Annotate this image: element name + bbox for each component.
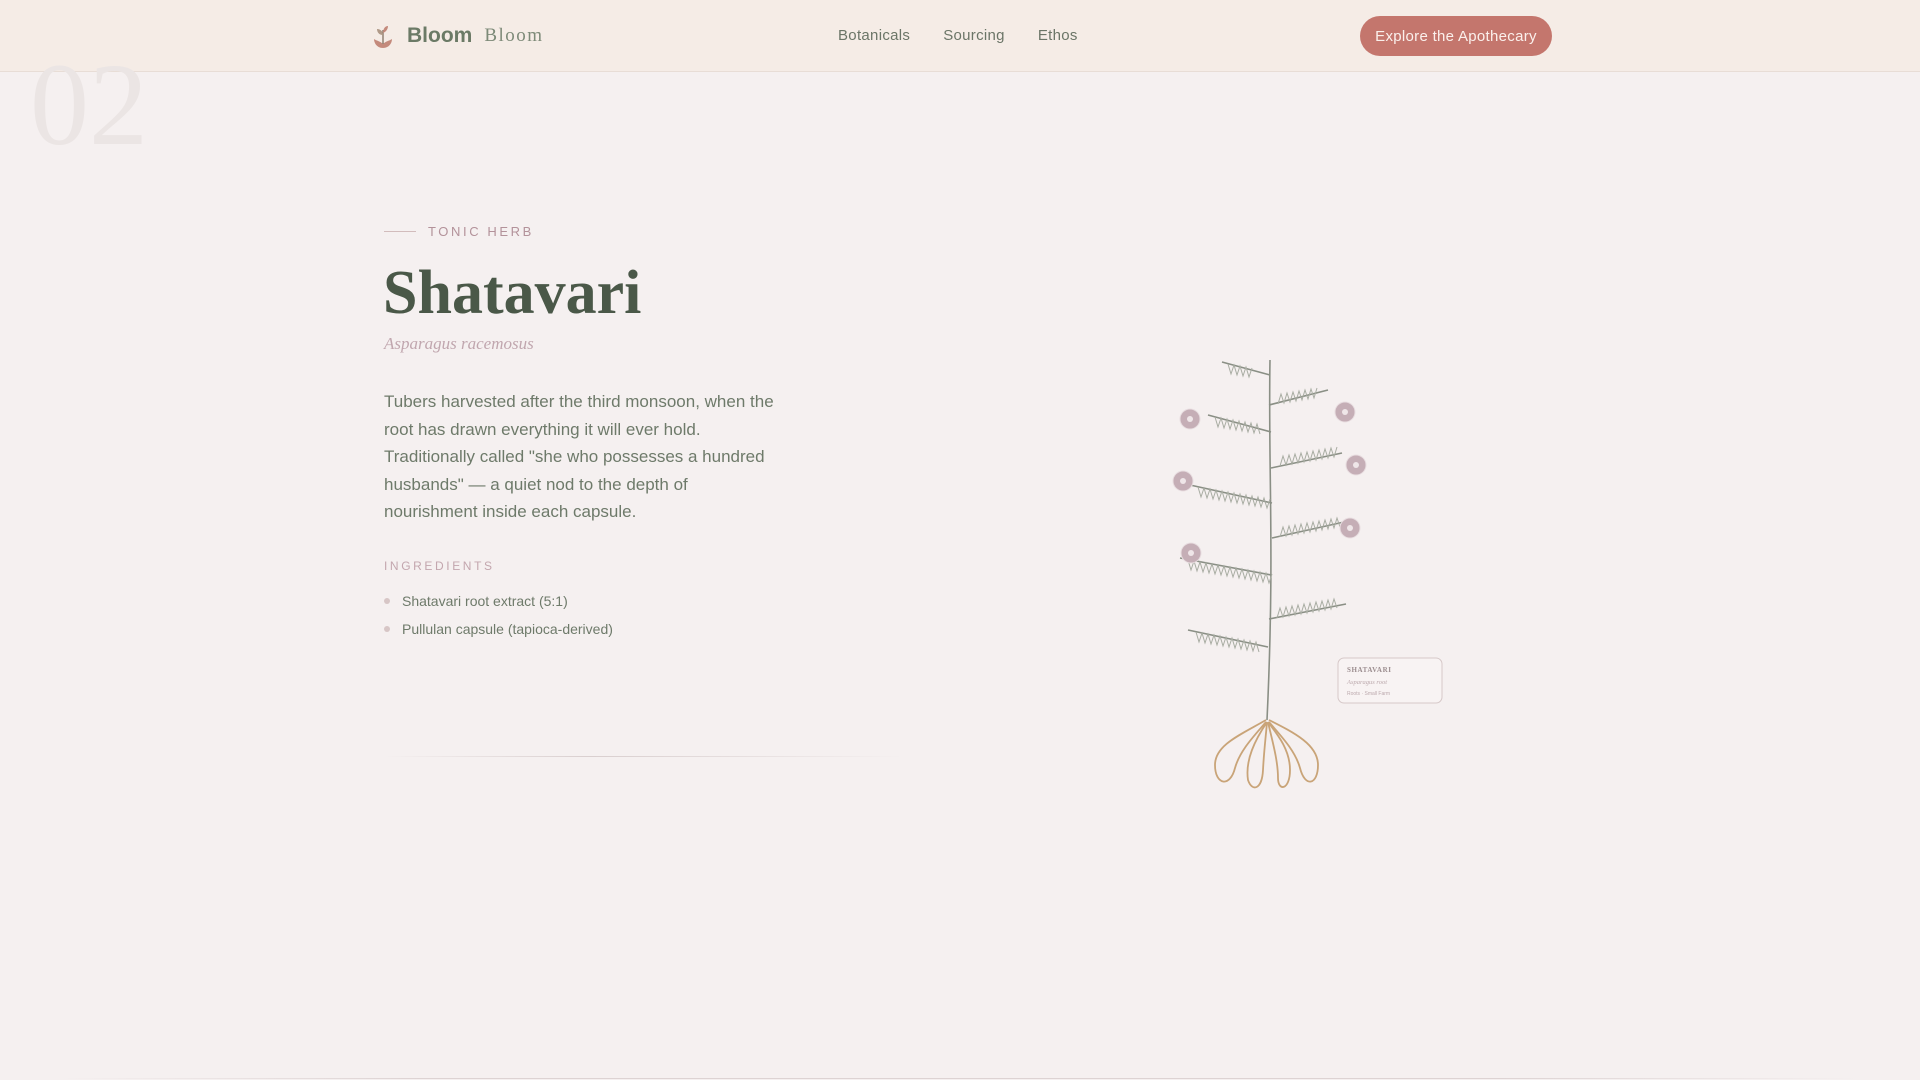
latin-name: Asparagus racemosus — [384, 334, 534, 353]
leaf-cluster — [1197, 486, 1271, 510]
specimen-tag: SHATAVARI Asparagus root Roots · Small F… — [1337, 657, 1443, 704]
eyebrow-label: TONIC HERB — [428, 224, 534, 239]
ingredients-list: Shatavari root extract (5:1) Pullulan ca… — [384, 587, 613, 643]
nav-link-ethos[interactable]: Ethos — [1038, 27, 1078, 44]
logo[interactable]: Bloom Bloom — [371, 22, 544, 50]
tag-note: Roots · Small Farm — [1347, 691, 1390, 697]
leaf-cluster — [1277, 387, 1318, 405]
tag-latin-name: Asparagus root — [1346, 679, 1387, 686]
nav-link-sourcing[interactable]: Sourcing — [943, 27, 1005, 44]
tuber-roots — [1214, 719, 1319, 789]
eyebrow-rule — [384, 231, 416, 232]
leaf-cluster — [1195, 631, 1260, 653]
ingredients-label: INGREDIENTS — [384, 559, 495, 573]
leaf-cluster — [1227, 363, 1253, 379]
ingredient-item: Shatavari root extract (5:1) — [384, 587, 613, 615]
plant-stem — [1266, 359, 1272, 721]
ingredient-text: Shatavari root extract (5:1) — [402, 593, 568, 609]
section-number: 02 — [30, 39, 148, 170]
brand-subtitle: Bloom — [484, 25, 544, 46]
ingredient-item: Pullulan capsule (tapioca-derived) — [384, 615, 613, 643]
bullet-icon — [384, 598, 390, 604]
eyebrow: TONIC HERB — [384, 224, 534, 239]
brand-name: Bloom — [407, 24, 473, 47]
product-title: Shatavari — [383, 259, 642, 327]
leaf-cluster — [1279, 446, 1338, 467]
leaf-cluster — [1214, 416, 1261, 435]
footer-divider — [60, 1078, 1860, 1079]
section-divider — [384, 756, 904, 757]
tag-title: SHATAVARI — [1347, 666, 1392, 674]
product-description: Tubers harvested after the third monsoon… — [384, 392, 774, 521]
main-nav: Botanicals Sourcing Ethos — [838, 27, 1078, 44]
shatavari-plant-illustration: SHATAVARI Asparagus root Roots · Small F… — [1172, 359, 1443, 789]
nav-link-botanicals[interactable]: Botanicals — [838, 27, 910, 44]
leaf-cluster — [1187, 559, 1273, 585]
explore-apothecary-button[interactable]: Explore the Apothecary — [1360, 16, 1552, 56]
ingredient-text: Pullulan capsule (tapioca-derived) — [402, 621, 613, 637]
sprout-logo-icon — [374, 26, 392, 48]
bullet-icon — [384, 626, 390, 632]
site-header: Bloom Bloom Botanicals Sourcing Ethos Ex… — [0, 0, 1920, 72]
